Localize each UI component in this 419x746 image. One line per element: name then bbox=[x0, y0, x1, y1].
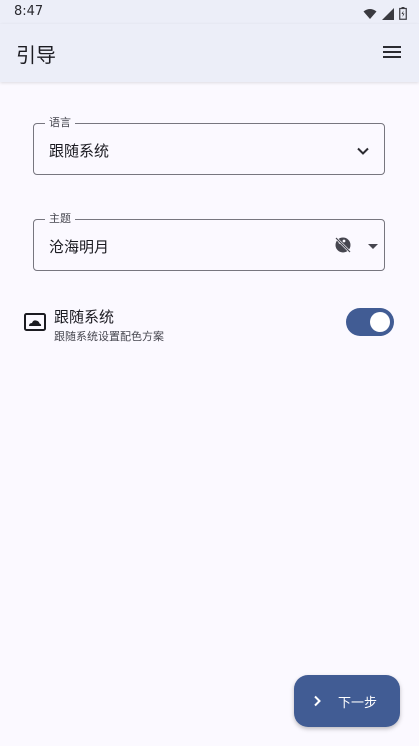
theme-select[interactable]: 主题 沧海明月 bbox=[33, 212, 385, 271]
battery-icon bbox=[399, 5, 407, 24]
menu-button[interactable] bbox=[377, 38, 407, 68]
follow-system-toggle[interactable] bbox=[346, 308, 394, 336]
status-time: 8:47 bbox=[14, 4, 44, 19]
status-bar: 8:47 bbox=[0, 0, 419, 24]
next-button-label: 下一步 bbox=[338, 695, 378, 711]
chevron-down-icon[interactable] bbox=[356, 141, 370, 160]
follow-system-row: 跟随系统 跟随系统设置配色方案 bbox=[24, 306, 396, 346]
dropdown-arrow-icon[interactable] bbox=[368, 244, 378, 249]
language-select[interactable]: 语言 跟随系统 bbox=[33, 116, 385, 175]
chevron-right-icon bbox=[312, 692, 322, 711]
page-title: 引导 bbox=[16, 43, 56, 67]
menu-icon bbox=[383, 44, 401, 63]
language-label: 语言 bbox=[45, 116, 75, 130]
follow-system-subtitle: 跟随系统设置配色方案 bbox=[54, 330, 164, 343]
wifi-icon bbox=[363, 5, 377, 24]
theme-label: 主题 bbox=[45, 212, 75, 226]
app-bar: 引导 bbox=[0, 24, 419, 82]
status-icons bbox=[363, 5, 407, 24]
next-button[interactable]: 下一步 bbox=[294, 675, 400, 727]
theme-value: 沧海明月 bbox=[49, 238, 110, 256]
language-value: 跟随系统 bbox=[49, 142, 110, 160]
follow-system-title: 跟随系统 bbox=[54, 308, 115, 326]
signal-icon bbox=[382, 5, 394, 24]
palette-off-icon bbox=[334, 236, 352, 258]
cloud-display-icon bbox=[24, 313, 46, 335]
toggle-thumb bbox=[370, 312, 390, 332]
